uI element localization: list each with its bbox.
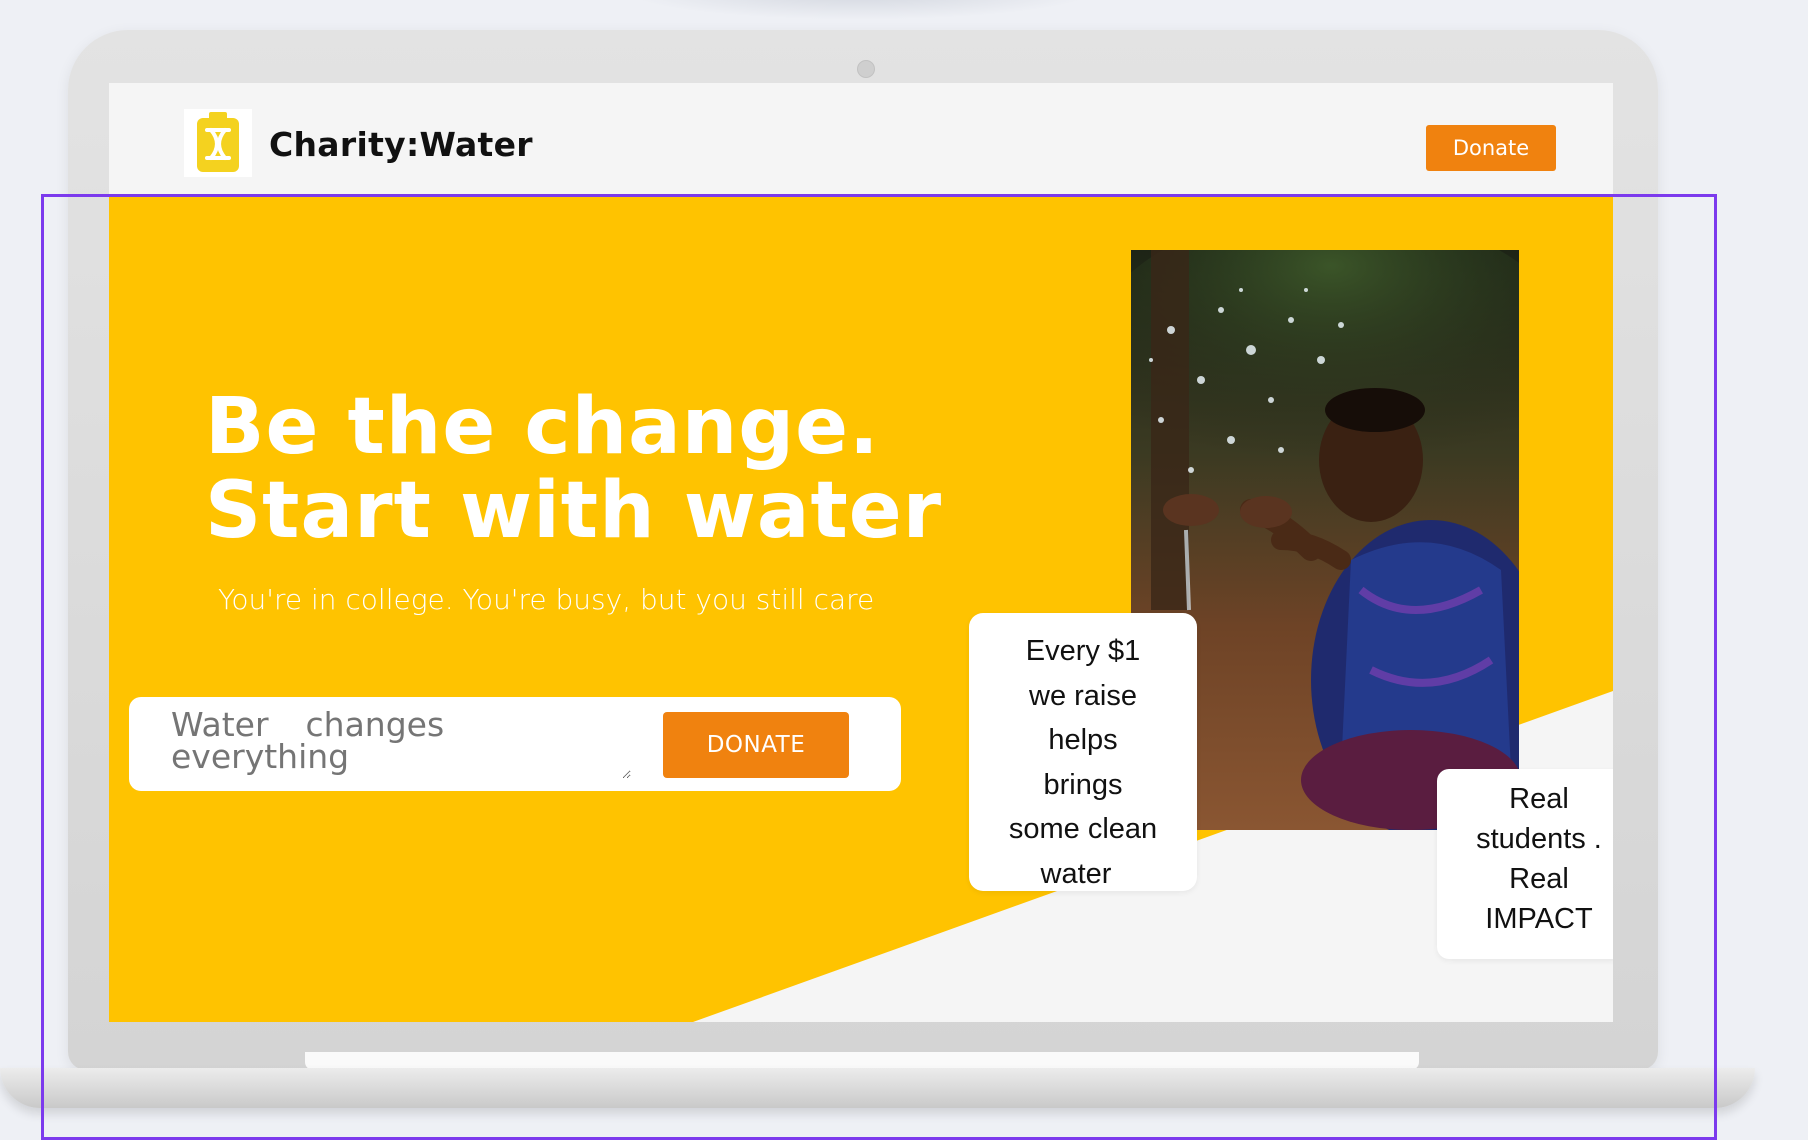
stat-line: we raise xyxy=(1029,679,1137,712)
stat-line: water xyxy=(1040,857,1112,890)
impact-card: Real students . Real IMPACT xyxy=(1437,769,1613,959)
hero-title-line-1: Be the change. xyxy=(205,382,880,472)
stat-text: Every $1 we raise helps brings some clea… xyxy=(969,629,1197,896)
stat-line: helps xyxy=(1048,724,1118,756)
brand-name[interactable]: Charity:Water xyxy=(269,125,533,164)
hero-title-line-2: Start with water xyxy=(205,466,943,556)
top-shadow xyxy=(620,0,1100,20)
impact-line: Real xyxy=(1509,783,1569,815)
site-header: Charity:Water Donate xyxy=(109,83,1613,195)
cta-donate-button[interactable]: DONATE xyxy=(663,712,849,778)
header-donate-button[interactable]: Donate xyxy=(1426,125,1556,171)
browser-screen: Charity:Water Donate Be the change. Star… xyxy=(109,83,1613,1022)
impact-line: IMPACT xyxy=(1485,903,1593,935)
brand-logo[interactable] xyxy=(184,109,252,177)
cta-input[interactable] xyxy=(171,709,631,779)
impact-line: students . xyxy=(1476,823,1602,855)
camera-icon xyxy=(857,60,875,78)
hero-subtitle: You're in college. You're busy, but you … xyxy=(218,583,875,616)
stat-card: Every $1 we raise helps brings some clea… xyxy=(969,613,1197,891)
impact-line: Real xyxy=(1509,863,1569,895)
cta-bar: DONATE xyxy=(129,697,901,791)
impact-text: Real students . Real IMPACT xyxy=(1437,779,1613,939)
stat-line: Every $1 xyxy=(1025,635,1141,667)
jerrycan-icon xyxy=(197,112,239,172)
hero-title: Be the change. Start with water xyxy=(205,385,942,553)
hero-section: Be the change. Start with water You're i… xyxy=(109,195,1613,1022)
laptop-base xyxy=(0,1068,1755,1108)
stat-line: brings xyxy=(1043,768,1123,801)
stat-line: some clean xyxy=(1008,813,1158,845)
